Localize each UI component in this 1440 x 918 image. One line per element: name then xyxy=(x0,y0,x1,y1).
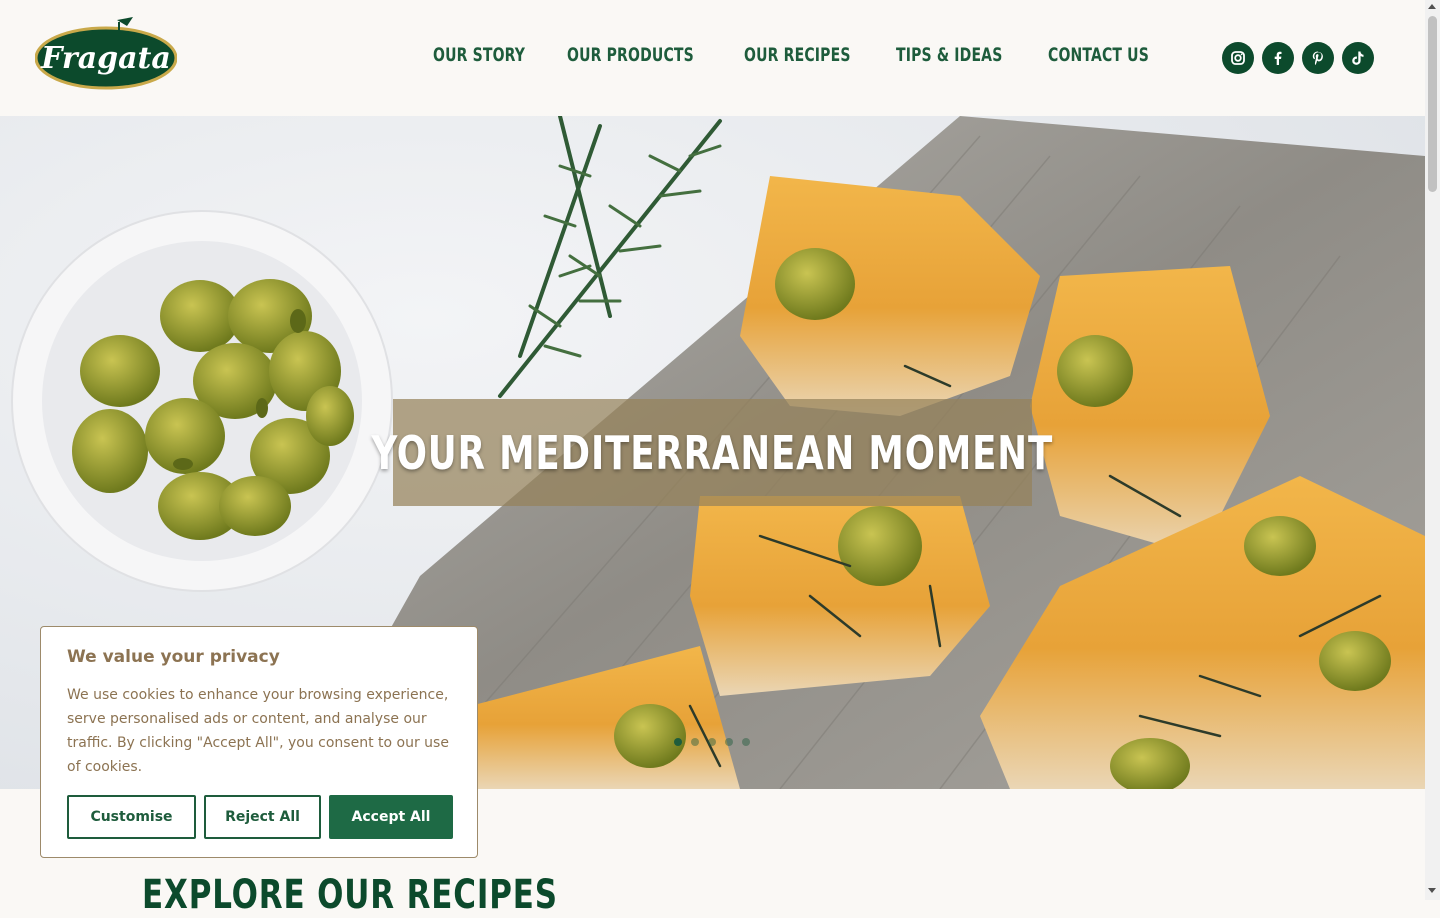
nav-our-story[interactable]: OUR STORY xyxy=(433,44,525,66)
tiktok-icon[interactable] xyxy=(1342,42,1374,74)
nav-tips-ideas[interactable]: TIPS & IDEAS xyxy=(896,44,1002,66)
slider-dot-3[interactable] xyxy=(708,738,716,746)
nav-our-products[interactable]: OUR PRODUCTS xyxy=(567,44,694,66)
site-header: Fragata OUR STORY OUR PRODUCTS OUR RECIP… xyxy=(0,0,1425,116)
hero-title: YOUR MEDITERRANEAN MOMENT xyxy=(371,425,1054,480)
pinterest-icon[interactable] xyxy=(1302,42,1334,74)
hero-title-box: YOUR MEDITERRANEAN MOMENT xyxy=(372,399,1052,506)
cookie-consent-banner: We value your privacy We use cookies to … xyxy=(40,626,478,858)
nav-contact-us[interactable]: CONTACT US xyxy=(1048,44,1149,66)
svg-text:Fragata: Fragata xyxy=(40,41,171,76)
slider-dot-5[interactable] xyxy=(742,738,750,746)
customise-button[interactable]: Customise xyxy=(67,795,196,839)
reject-all-button[interactable]: Reject All xyxy=(204,795,321,839)
cookie-body: We use cookies to enhance your browsing … xyxy=(67,687,449,775)
slider-dots xyxy=(674,738,750,746)
scroll-up-arrow-icon[interactable] xyxy=(1428,4,1436,9)
slider-dot-1[interactable] xyxy=(674,738,682,746)
fragata-logo[interactable]: Fragata xyxy=(34,14,178,90)
scroll-thumb[interactable] xyxy=(1428,16,1437,192)
section-title: EXPLORE OUR RECIPES xyxy=(142,872,558,918)
slider-dot-4[interactable] xyxy=(725,738,733,746)
scroll-down-arrow-icon[interactable] xyxy=(1428,888,1436,893)
instagram-icon[interactable] xyxy=(1222,42,1254,74)
cookie-title: We value your privacy xyxy=(67,647,280,667)
accept-all-button[interactable]: Accept All xyxy=(329,795,453,839)
main-nav: OUR STORY OUR PRODUCTS OUR RECIPES TIPS … xyxy=(433,44,1193,66)
page-scrollbar[interactable] xyxy=(1425,0,1440,900)
slider-dot-2[interactable] xyxy=(691,738,699,746)
facebook-icon[interactable] xyxy=(1262,42,1294,74)
nav-our-recipes[interactable]: OUR RECIPES xyxy=(744,44,851,66)
social-links xyxy=(1222,42,1374,74)
